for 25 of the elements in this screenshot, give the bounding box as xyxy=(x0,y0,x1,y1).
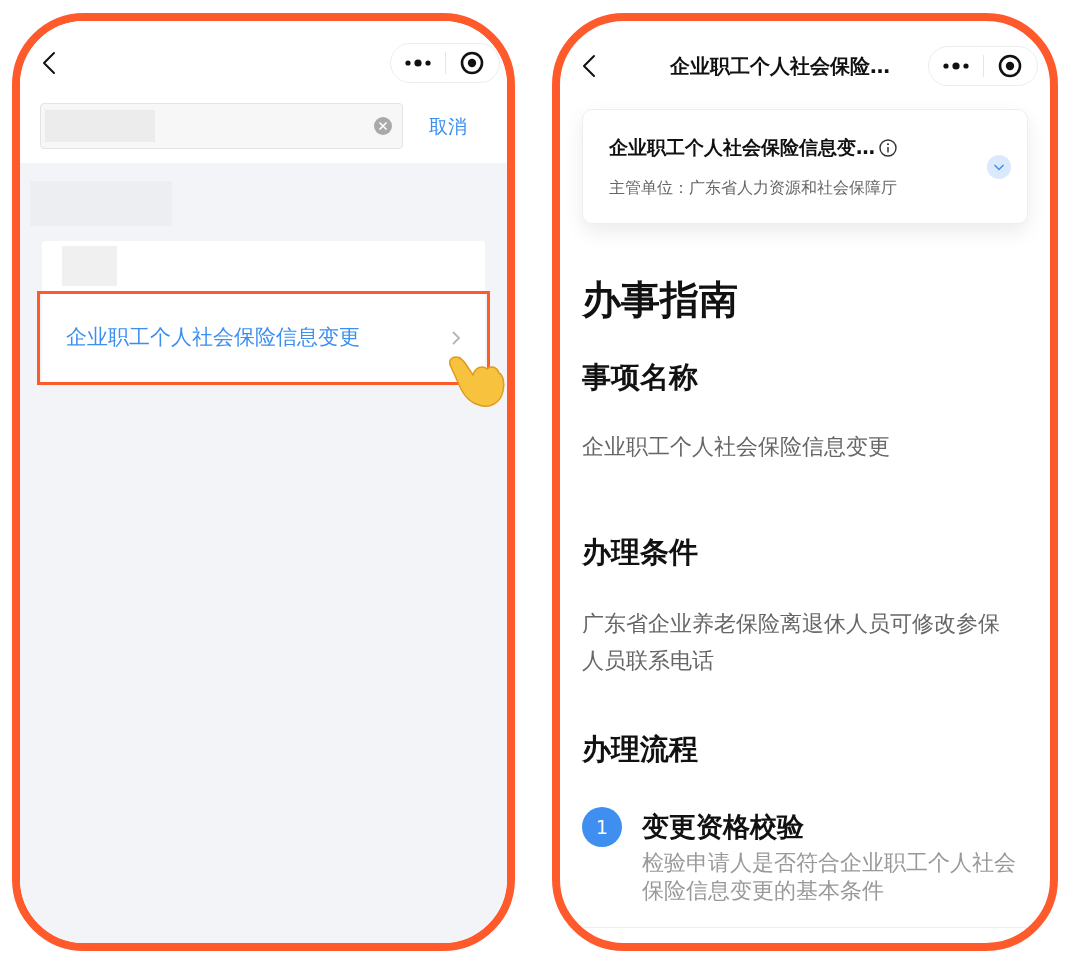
section-title: 办理条件 xyxy=(582,534,699,571)
more-icon[interactable] xyxy=(942,62,969,70)
more-icon[interactable] xyxy=(404,59,431,67)
chevron-right-icon xyxy=(451,330,461,346)
info-icon[interactable] xyxy=(879,138,897,157)
cancel-button[interactable]: 取消 xyxy=(429,111,467,141)
page-title: 企业职工个人社会保险… xyxy=(669,53,891,80)
card-title: 企业职工个人社会保险信息变… xyxy=(609,135,875,161)
section-title: 事项名称 xyxy=(582,359,699,396)
back-icon[interactable] xyxy=(42,51,56,75)
target-icon[interactable] xyxy=(460,51,485,75)
step-title: 变更资格校验 xyxy=(642,810,805,844)
result-item[interactable]: 企业职工个人社会保险信息变更 xyxy=(37,291,490,385)
section-text: 广东省企业养老保险离退休人员可修改参保人员联系电话 xyxy=(582,610,1001,675)
step-text: 检验申请人是否符合企业职工个人社会保险信息变更的基本条件 xyxy=(642,849,1017,905)
section-text: 企业职工个人社会保险信息变更 xyxy=(582,433,891,461)
target-icon[interactable] xyxy=(998,54,1023,78)
back-icon[interactable] xyxy=(582,54,596,78)
search-field[interactable] xyxy=(40,103,403,149)
step-number: 1 xyxy=(582,807,622,847)
chevron-down-icon[interactable] xyxy=(987,154,1011,179)
department-text: 主管单位：广东省人力资源和社会保障厅 xyxy=(609,176,897,199)
section-title: 办理流程 xyxy=(582,731,699,768)
pointing-hand-icon xyxy=(447,353,507,409)
guide-heading: 办事指南 xyxy=(582,276,739,324)
